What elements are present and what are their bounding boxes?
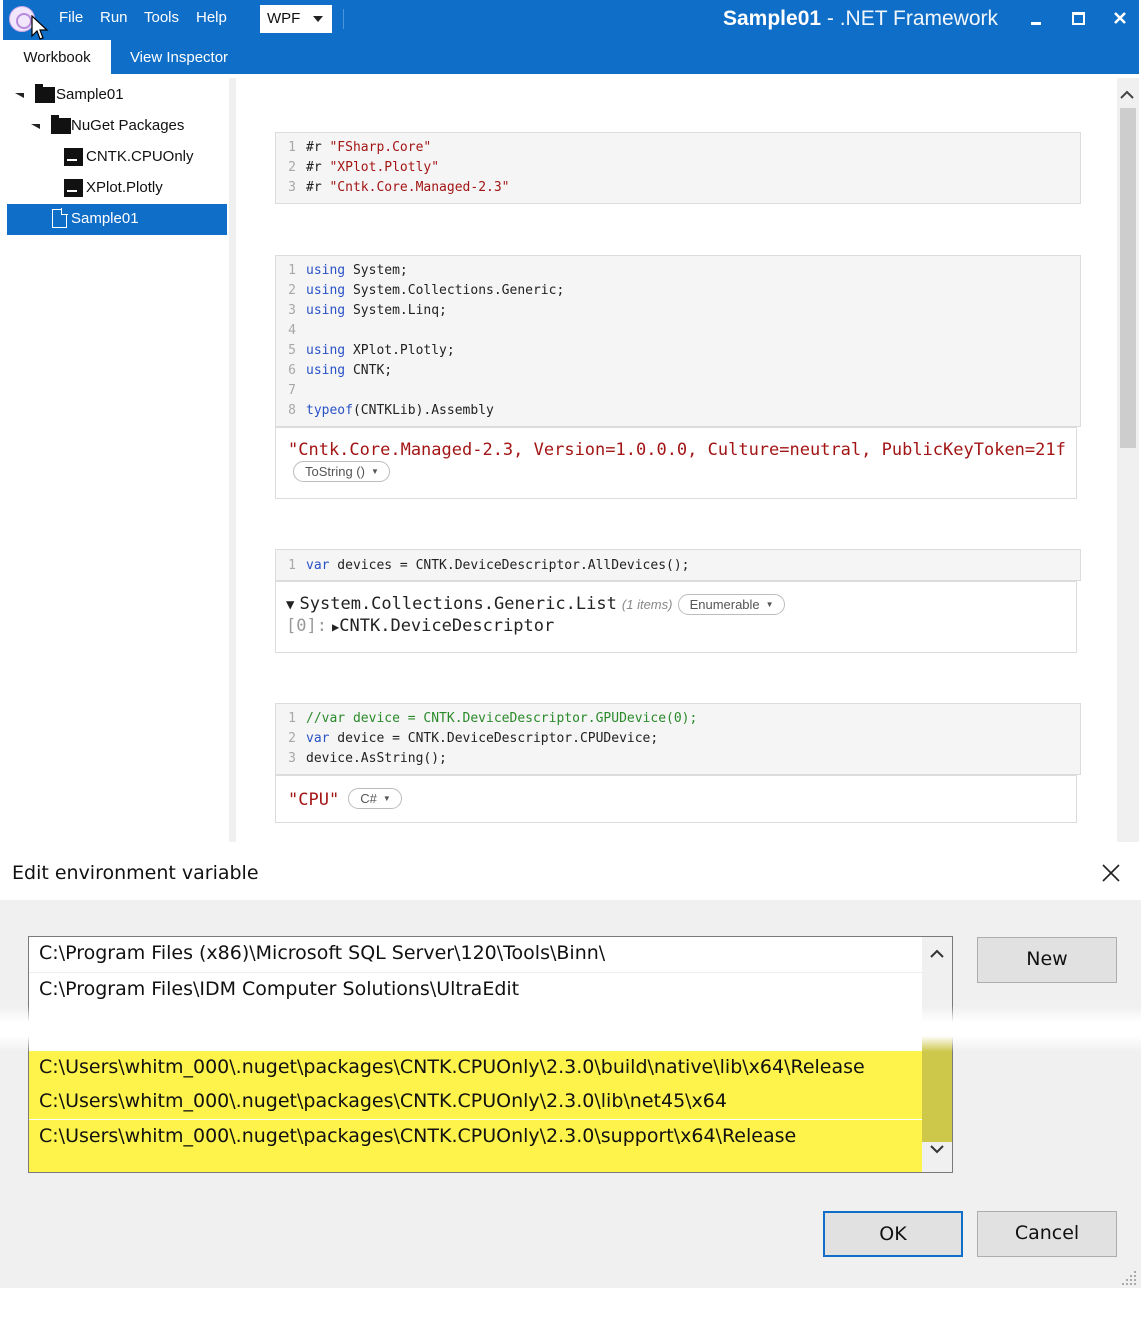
list-item[interactable]: C:\Program Files (x86)\Microsoft SQL Ser… <box>29 937 922 971</box>
dialog-title: Edit environment variable <box>12 862 259 884</box>
minimize-button[interactable] <box>1021 6 1049 32</box>
language-button[interactable]: C# ▼ <box>348 788 402 809</box>
code-cell-usings[interactable]: 1 using System; 2 using System.Collections… <box>275 255 1081 427</box>
package-icon <box>64 148 83 166</box>
code-line: 3 using System.Linq; <box>288 303 447 318</box>
code-line: 8 typeof(CNTKLib).Assembly <box>288 403 494 418</box>
document-icon <box>52 208 68 228</box>
result-value: "Cntk.Core.Managed-2.3, Version=1.0.0.0,… <box>288 440 1066 460</box>
code-line: 2 #r "XPlot.Plotly" <box>288 160 440 175</box>
tree-item-sample-file[interactable]: Sample01 <box>7 204 227 235</box>
workbook-editor: 1 #r "FSharp.Core" 2 #r "XPlot.Plotly" 3 #r… <box>237 74 1117 842</box>
list-scrollbar[interactable] <box>922 937 952 1172</box>
list-item[interactable]: C:\Program Files\IDM Computer Solutions\… <box>29 972 922 1006</box>
code-line: 3 device.AsString(); <box>288 751 447 766</box>
ok-button[interactable]: OK <box>823 1211 963 1257</box>
platform-select[interactable]: WPF <box>260 5 332 33</box>
collapse-arrow-icon[interactable]: ▼ <box>286 597 294 613</box>
tree-item-label: CNTK.CPUOnly <box>86 148 194 165</box>
tab-view-inspector[interactable]: View Inspector <box>111 40 247 74</box>
tree-item-xplot-plotly[interactable]: XPlot.Plotly <box>7 173 227 204</box>
resize-grip-icon[interactable] <box>1120 1269 1138 1287</box>
new-button[interactable]: New <box>977 937 1117 983</box>
platform-select-value: WPF <box>267 10 301 27</box>
cell-result-devices: ▼ System.Collections.Generic.List (1 ite… <box>275 581 1077 653</box>
code-line: 1 var devices = CNTK.DeviceDescriptor.All… <box>288 558 690 573</box>
chevron-down-icon: ▼ <box>370 467 379 476</box>
tree-item-label: NuGet Packages <box>71 117 185 134</box>
tree-item-workbook[interactable]: Sample01 <box>7 80 227 111</box>
result-count: (1 items) <box>621 597 673 612</box>
sidebar-splitter[interactable] <box>229 78 236 842</box>
code-line: 2 using System.Collections.Generic; <box>288 283 565 298</box>
enumerable-button[interactable]: Enumerable ▼ <box>677 594 785 615</box>
tree-item-cntk-cpuonly[interactable]: CNTK.CPUOnly <box>7 142 227 173</box>
result-item[interactable]: CNTK.DeviceDescriptor <box>339 616 554 636</box>
result-value: "CPU" <box>288 790 340 810</box>
package-icon <box>64 179 83 197</box>
title-bar: File Run Tools Help WPF Sample01 - .NET … <box>3 0 1139 40</box>
chevron-down-icon: ▼ <box>382 794 391 803</box>
title-separator <box>343 9 344 29</box>
chevron-down-icon: ▼ <box>765 600 774 609</box>
folder-icon <box>35 84 55 103</box>
menu-tools[interactable]: Tools <box>144 9 179 26</box>
code-line: 1//var device = CNTK.DeviceDescriptor.GP… <box>288 711 698 726</box>
scroll-up-icon[interactable] <box>929 947 945 961</box>
code-cell-references[interactable]: 1 #r "FSharp.Core" 2 #r "XPlot.Plotly" 3 #r… <box>275 132 1081 204</box>
code-cell-device[interactable]: 1//var device = CNTK.DeviceDescriptor.GP… <box>275 703 1081 775</box>
code-line: 6 using CNTK; <box>288 363 393 378</box>
list-item-highlighted[interactable]: C:\Users\whitm_000\.nuget\packages\CNTK.… <box>29 1051 922 1085</box>
window-title-name: Sample01 <box>723 7 822 30</box>
cell-result-assembly: "Cntk.Core.Managed-2.3, Version=1.0.0.0,… <box>275 427 1077 499</box>
tostring-button[interactable]: ToString () ▼ <box>293 461 390 482</box>
expand-arrow-icon[interactable] <box>31 124 40 129</box>
list-item-highlighted[interactable]: C:\Users\whitm_000\.nuget\packages\CNTK.… <box>29 1085 922 1119</box>
cancel-button[interactable]: Cancel <box>977 1211 1117 1257</box>
tab-bar: Workbook View Inspector <box>3 40 1139 74</box>
workbook-window: File Run Tools Help WPF Sample01 - .NET … <box>3 0 1139 842</box>
code-cell-devices[interactable]: 1 var devices = CNTK.DeviceDescriptor.All… <box>275 549 1081 581</box>
scroll-down-icon[interactable] <box>929 1142 945 1156</box>
folder-icon <box>51 115 71 134</box>
list-item-highlighted[interactable]: C:\Users\whitm_000\.nuget\packages\CNTK.… <box>29 1120 922 1172</box>
code-line: 2 var device = CNTK.DeviceDescriptor.CPUD… <box>288 731 659 746</box>
menu-run[interactable]: Run <box>100 9 128 26</box>
tree-item-nuget-packages[interactable]: NuGet Packages <box>7 111 227 142</box>
close-icon[interactable] <box>1100 862 1122 884</box>
code-line: 4 <box>288 323 296 338</box>
window-title: Sample01 - .NET Framework <box>723 7 998 31</box>
sidebar-tree: Sample01 NuGet Packages CNTK.CPUOnly XPl… <box>3 74 231 842</box>
window-title-suffix: - .NET Framework <box>821 7 999 30</box>
code-line: 7 <box>288 383 296 398</box>
edit-env-variable-dialog: Edit environment variable C:\Program Fil… <box>0 842 1141 1288</box>
cell-result-device: "CPU" C# ▼ <box>275 775 1077 823</box>
close-window-button[interactable] <box>1106 6 1134 32</box>
menu-help[interactable]: Help <box>196 9 227 26</box>
code-line: 1 #r "FSharp.Core" <box>288 140 432 155</box>
scroll-up-icon[interactable] <box>1120 88 1134 102</box>
editor-scrollbar[interactable] <box>1117 78 1139 842</box>
code-line: 5 using XPlot.Plotly; <box>288 343 455 358</box>
maximize-button[interactable] <box>1063 6 1091 32</box>
dialog-header: Edit environment variable <box>0 842 1141 900</box>
tree-item-label: XPlot.Plotly <box>86 179 163 196</box>
chevron-down-icon <box>313 16 323 22</box>
tree-item-label: Sample01 <box>71 210 139 227</box>
code-line: 1 using System; <box>288 263 408 278</box>
expand-arrow-icon[interactable] <box>15 93 24 98</box>
mouse-cursor-icon <box>31 15 49 40</box>
screenshot-crop-gap <box>0 1006 1141 1052</box>
code-line: 3 #r "Cntk.Core.Managed-2.3" <box>288 180 510 195</box>
tab-workbook[interactable]: Workbook <box>3 40 111 74</box>
result-index: [0]: <box>286 616 327 636</box>
menu-file[interactable]: File <box>59 9 83 26</box>
result-type[interactable]: System.Collections.Generic.List <box>300 594 617 614</box>
tree-item-label: Sample01 <box>56 86 124 103</box>
path-list[interactable]: C:\Program Files (x86)\Microsoft SQL Ser… <box>28 936 953 1173</box>
scroll-thumb[interactable] <box>1120 108 1136 448</box>
